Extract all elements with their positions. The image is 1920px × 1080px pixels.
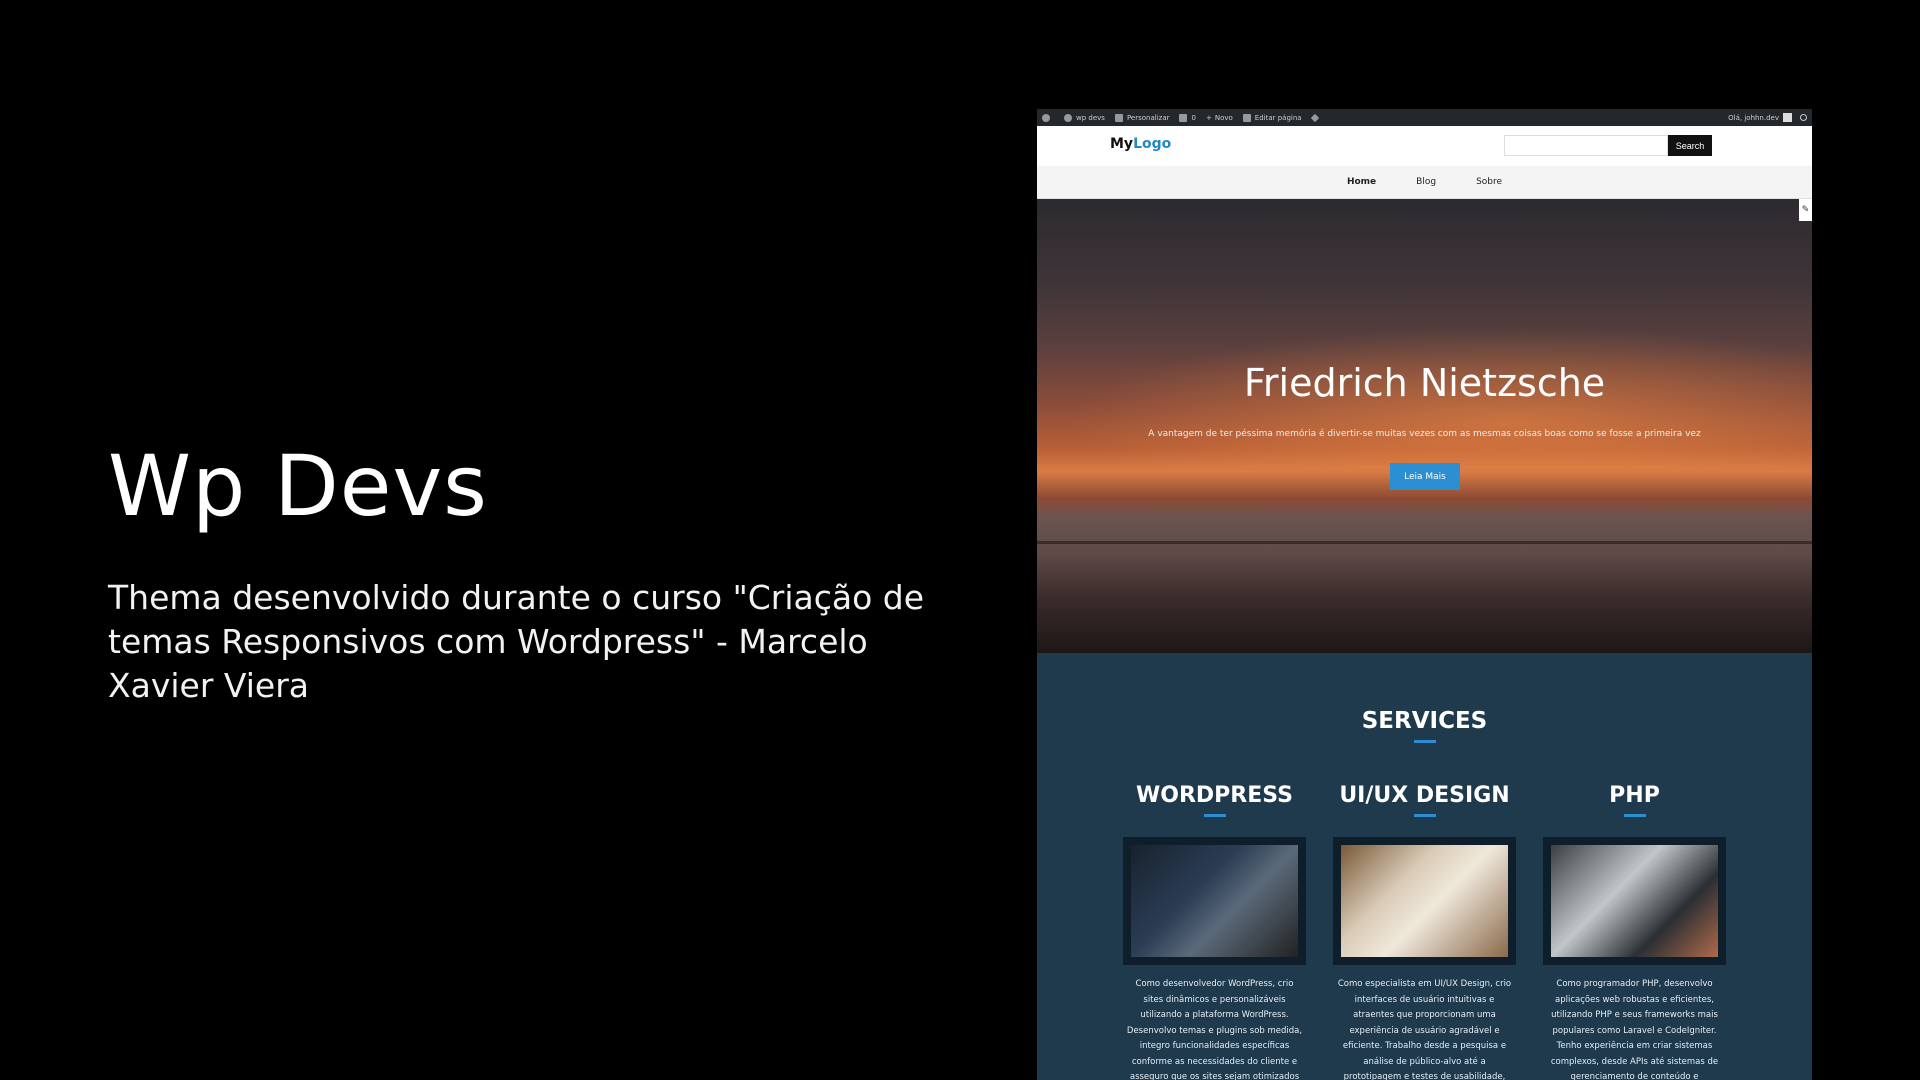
service-cards: WORDPRESS Como desenvolvedor WordPress, … (1037, 783, 1812, 1080)
edit-pencil-icon[interactable]: ✎ (1799, 199, 1812, 221)
plus-icon: + (1205, 113, 1212, 122)
wp-admin-bar: wp devs Personalizar 0 + Novo Editar pág… (1037, 109, 1812, 126)
comment-icon (1179, 113, 1188, 122)
admin-account-link[interactable]: Olá, johhn.dev (1728, 113, 1792, 122)
service-card-text: Como especialista em UI/UX Design, crio … (1337, 979, 1512, 1080)
service-card-wordpress: WORDPRESS Como desenvolvedor WordPress, … (1123, 783, 1306, 1080)
page-description: Thema desenvolvido durante o curso "Cria… (108, 578, 925, 706)
title-underline (1413, 740, 1436, 743)
service-card-image (1123, 837, 1306, 965)
nav-item-blog[interactable]: Blog (1416, 177, 1436, 187)
service-card-image (1333, 837, 1516, 965)
brush-icon (1114, 113, 1123, 122)
service-card-php: PHP Como programador PHP, desenvolvo apl… (1543, 783, 1726, 1080)
services-title: SERVICES (1361, 708, 1488, 734)
read-more-button[interactable]: Leia Mais (1390, 463, 1460, 490)
admin-comments-link[interactable]: 0 (1179, 113, 1196, 122)
nav-item-home[interactable]: Home (1347, 177, 1376, 187)
service-card-title: PHP (1609, 783, 1660, 808)
search-input[interactable] (1504, 135, 1668, 156)
diamond-icon[interactable] (1310, 113, 1322, 122)
service-card-title: UI/UX DESIGN (1339, 783, 1510, 808)
nav-item-sobre[interactable]: Sobre (1476, 177, 1502, 187)
search-button[interactable]: Search (1668, 135, 1712, 156)
hero-section: ✎ Friedrich Nietzsche A vantagem de ter … (1037, 199, 1812, 653)
service-card-image (1543, 837, 1726, 965)
title-underline (1203, 814, 1226, 817)
website-screenshot: wp devs Personalizar 0 + Novo Editar pág… (1037, 109, 1812, 1080)
intro: Wp Devs Thema desenvolvido durante o cur… (108, 440, 928, 708)
title-underline (1413, 814, 1436, 817)
home-icon (1064, 113, 1072, 122)
hero-quote: A vantagem de ter péssima memória é dive… (1148, 429, 1701, 439)
service-card-title: WORDPRESS (1136, 783, 1293, 808)
pencil-icon (1242, 113, 1251, 122)
admin-customize-link[interactable]: Personalizar (1114, 113, 1169, 122)
admin-edit-page-link[interactable]: Editar página (1242, 113, 1302, 122)
admin-site-link[interactable]: wp devs (1064, 113, 1105, 122)
main-nav: Home Blog Sobre (1037, 166, 1812, 199)
service-card-text: Como programador PHP, desenvolvo aplicaç… (1550, 979, 1719, 1080)
page-title: Wp Devs (108, 437, 488, 535)
title-underline (1623, 814, 1646, 817)
service-card-uiux: UI/UX DESIGN Como especialista em UI/UX … (1333, 783, 1516, 1080)
hero-title: Friedrich Nietzsche (1243, 361, 1606, 405)
service-card-text: Como desenvolvedor WordPress, crio sites… (1126, 979, 1303, 1080)
services-section: SERVICES WORDPRESS Como desenvolvedor Wo… (1037, 653, 1812, 1080)
wordpress-logo-icon[interactable] (1042, 113, 1054, 122)
avatar (1783, 113, 1792, 122)
admin-new-link[interactable]: + Novo (1206, 114, 1233, 122)
search-icon[interactable] (1800, 114, 1807, 121)
site-logo[interactable]: MyLogo (1110, 136, 1171, 152)
site-header: MyLogo Search (1037, 126, 1812, 166)
